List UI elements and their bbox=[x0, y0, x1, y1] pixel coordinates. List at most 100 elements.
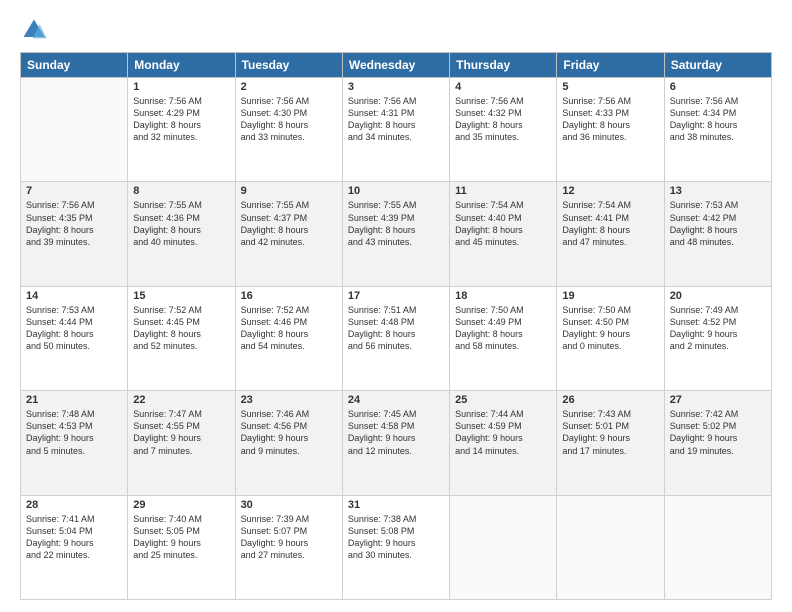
day-number: 16 bbox=[241, 290, 337, 302]
day-cell: 7 Sunrise: 7:56 AM Sunset: 4:35 PM Daylig… bbox=[21, 182, 128, 286]
day-number: 4 bbox=[455, 81, 551, 93]
day-info: Sunrise: 7:56 AM Sunset: 4:32 PM Dayligh… bbox=[455, 95, 551, 144]
day-info: Sunrise: 7:55 AM Sunset: 4:37 PM Dayligh… bbox=[241, 199, 337, 248]
day-cell: 19 Sunrise: 7:50 AM Sunset: 4:50 PM Dayli… bbox=[557, 286, 664, 390]
day-info: Sunrise: 7:39 AM Sunset: 5:07 PM Dayligh… bbox=[241, 513, 337, 562]
day-cell: 3Sunrise: 7:56 AM Sunset: 4:31 PM Daylig… bbox=[342, 78, 449, 182]
day-cell: 8 Sunrise: 7:55 AM Sunset: 4:36 PM Daylig… bbox=[128, 182, 235, 286]
day-info: Sunrise: 7:55 AM Sunset: 4:36 PM Dayligh… bbox=[133, 199, 229, 248]
day-cell: 16 Sunrise: 7:52 AM Sunset: 4:46 PM Dayli… bbox=[235, 286, 342, 390]
day-info: Sunrise: 7:44 AM Sunset: 4:59 PM Dayligh… bbox=[455, 408, 551, 457]
day-number: 25 bbox=[455, 394, 551, 406]
day-info: Sunrise: 7:56 AM Sunset: 4:29 PM Dayligh… bbox=[133, 95, 229, 144]
day-cell: 17 Sunrise: 7:51 AM Sunset: 4:48 PM Dayli… bbox=[342, 286, 449, 390]
day-number: 30 bbox=[241, 499, 337, 511]
week-row-3: 14 Sunrise: 7:53 AM Sunset: 4:44 PM Dayli… bbox=[21, 286, 772, 390]
day-info: Sunrise: 7:54 AM Sunset: 4:41 PM Dayligh… bbox=[562, 199, 658, 248]
day-info: Sunrise: 7:53 AM Sunset: 4:42 PM Dayligh… bbox=[670, 199, 766, 248]
day-info: Sunrise: 7:52 AM Sunset: 4:45 PM Dayligh… bbox=[133, 304, 229, 353]
day-info: Sunrise: 7:51 AM Sunset: 4:48 PM Dayligh… bbox=[348, 304, 444, 353]
day-cell: 9 Sunrise: 7:55 AM Sunset: 4:37 PM Daylig… bbox=[235, 182, 342, 286]
day-info: Sunrise: 7:56 AM Sunset: 4:35 PM Dayligh… bbox=[26, 199, 122, 248]
calendar-page: SundayMondayTuesdayWednesdayThursdayFrid… bbox=[0, 0, 792, 612]
day-number: 22 bbox=[133, 394, 229, 406]
day-info: Sunrise: 7:54 AM Sunset: 4:40 PM Dayligh… bbox=[455, 199, 551, 248]
day-info: Sunrise: 7:40 AM Sunset: 5:05 PM Dayligh… bbox=[133, 513, 229, 562]
day-cell: 18Sunrise: 7:50 AM Sunset: 4:49 PM Dayli… bbox=[450, 286, 557, 390]
day-info: Sunrise: 7:53 AM Sunset: 4:44 PM Dayligh… bbox=[26, 304, 122, 353]
day-cell: 6Sunrise: 7:56 AM Sunset: 4:34 PM Daylig… bbox=[664, 78, 771, 182]
day-cell bbox=[450, 495, 557, 599]
day-number: 20 bbox=[670, 290, 766, 302]
weekday-header-wednesday: Wednesday bbox=[342, 53, 449, 78]
day-info: Sunrise: 7:48 AM Sunset: 4:53 PM Dayligh… bbox=[26, 408, 122, 457]
day-cell bbox=[21, 78, 128, 182]
day-cell: 11 Sunrise: 7:54 AM Sunset: 4:40 PM Dayli… bbox=[450, 182, 557, 286]
day-number: 13 bbox=[670, 185, 766, 197]
day-number: 17 bbox=[348, 290, 444, 302]
day-cell: 30 Sunrise: 7:39 AM Sunset: 5:07 PM Dayli… bbox=[235, 495, 342, 599]
week-row-1: 1 Sunrise: 7:56 AM Sunset: 4:29 PM Daylig… bbox=[21, 78, 772, 182]
day-number: 26 bbox=[562, 394, 658, 406]
day-number: 11 bbox=[455, 185, 551, 197]
weekday-header-thursday: Thursday bbox=[450, 53, 557, 78]
week-row-5: 28 Sunrise: 7:41 AM Sunset: 5:04 PM Dayli… bbox=[21, 495, 772, 599]
day-cell: 5 Sunrise: 7:56 AM Sunset: 4:33 PM Daylig… bbox=[557, 78, 664, 182]
day-number: 21 bbox=[26, 394, 122, 406]
day-info: Sunrise: 7:52 AM Sunset: 4:46 PM Dayligh… bbox=[241, 304, 337, 353]
day-number: 1 bbox=[133, 81, 229, 93]
day-cell: 31Sunrise: 7:38 AM Sunset: 5:08 PM Dayli… bbox=[342, 495, 449, 599]
day-cell: 14 Sunrise: 7:53 AM Sunset: 4:44 PM Dayli… bbox=[21, 286, 128, 390]
day-info: Sunrise: 7:56 AM Sunset: 4:33 PM Dayligh… bbox=[562, 95, 658, 144]
day-cell: 1 Sunrise: 7:56 AM Sunset: 4:29 PM Daylig… bbox=[128, 78, 235, 182]
day-info: Sunrise: 7:43 AM Sunset: 5:01 PM Dayligh… bbox=[562, 408, 658, 457]
day-number: 7 bbox=[26, 185, 122, 197]
day-cell: 21 Sunrise: 7:48 AM Sunset: 4:53 PM Dayli… bbox=[21, 391, 128, 495]
day-cell: 12 Sunrise: 7:54 AM Sunset: 4:41 PM Dayli… bbox=[557, 182, 664, 286]
day-cell: 20 Sunrise: 7:49 AM Sunset: 4:52 PM Dayli… bbox=[664, 286, 771, 390]
day-cell: 2 Sunrise: 7:56 AM Sunset: 4:30 PM Daylig… bbox=[235, 78, 342, 182]
day-info: Sunrise: 7:56 AM Sunset: 4:30 PM Dayligh… bbox=[241, 95, 337, 144]
header bbox=[20, 16, 772, 44]
weekday-header-sunday: Sunday bbox=[21, 53, 128, 78]
day-cell bbox=[664, 495, 771, 599]
weekday-header-saturday: Saturday bbox=[664, 53, 771, 78]
day-cell: 4 Sunrise: 7:56 AM Sunset: 4:32 PM Daylig… bbox=[450, 78, 557, 182]
weekday-header-row: SundayMondayTuesdayWednesdayThursdayFrid… bbox=[21, 53, 772, 78]
day-info: Sunrise: 7:41 AM Sunset: 5:04 PM Dayligh… bbox=[26, 513, 122, 562]
day-number: 23 bbox=[241, 394, 337, 406]
day-number: 27 bbox=[670, 394, 766, 406]
day-number: 18 bbox=[455, 290, 551, 302]
day-number: 19 bbox=[562, 290, 658, 302]
day-number: 5 bbox=[562, 81, 658, 93]
day-number: 31 bbox=[348, 499, 444, 511]
day-cell: 23Sunrise: 7:46 AM Sunset: 4:56 PM Dayli… bbox=[235, 391, 342, 495]
day-cell: 29 Sunrise: 7:40 AM Sunset: 5:05 PM Dayli… bbox=[128, 495, 235, 599]
weekday-header-monday: Monday bbox=[128, 53, 235, 78]
logo bbox=[20, 16, 52, 44]
calendar-table: SundayMondayTuesdayWednesdayThursdayFrid… bbox=[20, 52, 772, 600]
day-cell: 28 Sunrise: 7:41 AM Sunset: 5:04 PM Dayli… bbox=[21, 495, 128, 599]
day-number: 28 bbox=[26, 499, 122, 511]
day-info: Sunrise: 7:55 AM Sunset: 4:39 PM Dayligh… bbox=[348, 199, 444, 248]
day-number: 9 bbox=[241, 185, 337, 197]
day-number: 14 bbox=[26, 290, 122, 302]
day-number: 12 bbox=[562, 185, 658, 197]
day-cell: 24Sunrise: 7:45 AM Sunset: 4:58 PM Dayli… bbox=[342, 391, 449, 495]
day-number: 8 bbox=[133, 185, 229, 197]
day-number: 2 bbox=[241, 81, 337, 93]
day-info: Sunrise: 7:49 AM Sunset: 4:52 PM Dayligh… bbox=[670, 304, 766, 353]
weekday-header-tuesday: Tuesday bbox=[235, 53, 342, 78]
day-number: 24 bbox=[348, 394, 444, 406]
day-number: 3 bbox=[348, 81, 444, 93]
week-row-4: 21 Sunrise: 7:48 AM Sunset: 4:53 PM Dayli… bbox=[21, 391, 772, 495]
day-cell: 27Sunrise: 7:42 AM Sunset: 5:02 PM Dayli… bbox=[664, 391, 771, 495]
week-row-2: 7 Sunrise: 7:56 AM Sunset: 4:35 PM Daylig… bbox=[21, 182, 772, 286]
day-info: Sunrise: 7:47 AM Sunset: 4:55 PM Dayligh… bbox=[133, 408, 229, 457]
logo-icon bbox=[20, 16, 48, 44]
weekday-header-friday: Friday bbox=[557, 53, 664, 78]
day-cell: 15Sunrise: 7:52 AM Sunset: 4:45 PM Dayli… bbox=[128, 286, 235, 390]
day-number: 29 bbox=[133, 499, 229, 511]
day-info: Sunrise: 7:56 AM Sunset: 4:34 PM Dayligh… bbox=[670, 95, 766, 144]
day-info: Sunrise: 7:50 AM Sunset: 4:50 PM Dayligh… bbox=[562, 304, 658, 353]
